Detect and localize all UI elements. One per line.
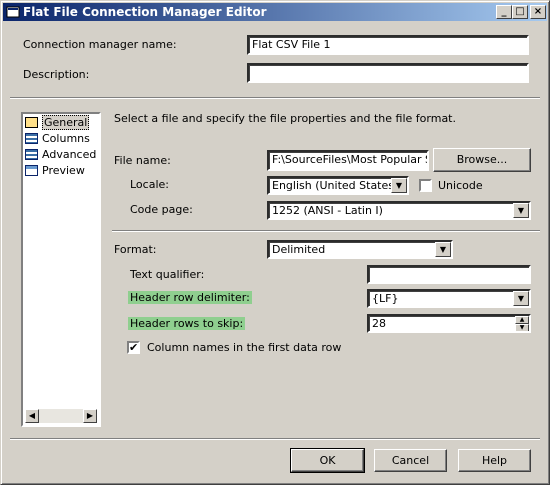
maximize-button[interactable]: □ bbox=[512, 5, 528, 19]
general-icon bbox=[25, 117, 38, 128]
window-title: Flat File Connection Manager Editor bbox=[23, 5, 267, 19]
locale-label: Locale: bbox=[130, 178, 169, 191]
format-value: Delimited bbox=[272, 243, 326, 256]
header-rows-skip-value: 28 bbox=[372, 317, 386, 330]
connection-name-label: Connection manager name: bbox=[23, 38, 177, 51]
spin-down-icon[interactable]: ▼ bbox=[515, 324, 529, 331]
intro-text: Select a file and specify the file prope… bbox=[114, 112, 456, 125]
page-list-scrollbar[interactable]: ◀ ▶ bbox=[25, 409, 97, 423]
unicode-label: Unicode bbox=[438, 179, 483, 192]
format-label: Format: bbox=[114, 243, 157, 256]
locale-value: English (United States) bbox=[272, 179, 399, 192]
chevron-down-icon[interactable]: ▼ bbox=[513, 203, 529, 218]
nav-item-preview[interactable]: Preview bbox=[25, 163, 99, 178]
header-row-delimiter-label: Header row delimiter: bbox=[128, 291, 252, 304]
nav-item-label: Advanced bbox=[42, 148, 97, 161]
scroll-right-icon[interactable]: ▶ bbox=[83, 409, 97, 423]
file-name-input[interactable]: F:\SourceFiles\Most Popular Site bbox=[267, 150, 429, 171]
text-qualifier-input[interactable] bbox=[367, 265, 531, 284]
nav-item-label: Columns bbox=[42, 132, 90, 145]
code-page-value: 1252 (ANSI - Latin I) bbox=[272, 204, 383, 217]
bottom-separator bbox=[10, 438, 540, 440]
ok-button[interactable]: OK bbox=[290, 448, 365, 473]
nav-item-label: General bbox=[42, 115, 90, 130]
nav-item-label: Preview bbox=[42, 164, 85, 177]
header-row-delimiter-select[interactable]: {LF} ▼ bbox=[367, 289, 531, 308]
title-bar[interactable]: Flat File Connection Manager Editor _ □ … bbox=[3, 3, 547, 21]
format-select[interactable]: Delimited ▼ bbox=[267, 240, 453, 259]
checkmark-icon: ✔ bbox=[129, 341, 139, 354]
help-button[interactable]: Help bbox=[458, 449, 531, 472]
chevron-down-icon[interactable]: ▼ bbox=[435, 242, 451, 257]
format-separator bbox=[112, 230, 540, 232]
unicode-checkbox[interactable] bbox=[419, 179, 432, 192]
scroll-left-icon[interactable]: ◀ bbox=[25, 409, 39, 423]
file-name-label: File name: bbox=[114, 154, 171, 167]
column-names-checkbox[interactable]: ✔ bbox=[127, 341, 140, 354]
nav-item-general[interactable]: General bbox=[25, 115, 99, 130]
minimize-button[interactable]: _ bbox=[496, 5, 512, 19]
nav-item-columns[interactable]: Columns bbox=[25, 131, 99, 146]
text-qualifier-label: Text qualifier: bbox=[130, 268, 205, 281]
app-icon bbox=[6, 6, 20, 18]
description-label: Description: bbox=[23, 68, 90, 81]
advanced-icon bbox=[25, 149, 38, 160]
chevron-down-icon[interactable]: ▼ bbox=[513, 291, 529, 306]
cancel-button[interactable]: Cancel bbox=[374, 449, 447, 472]
close-button[interactable]: × bbox=[530, 5, 546, 19]
column-names-label: Column names in the first data row bbox=[147, 341, 342, 354]
page-list: General Columns Advanced Preview ◀ ▶ bbox=[21, 112, 101, 427]
browse-button[interactable]: Browse... bbox=[433, 148, 531, 172]
code-page-label: Code page: bbox=[130, 203, 193, 216]
locale-select[interactable]: English (United States) ▼ bbox=[267, 176, 409, 195]
preview-icon bbox=[25, 165, 38, 176]
top-separator bbox=[10, 97, 540, 99]
nav-item-advanced[interactable]: Advanced bbox=[25, 147, 99, 162]
connection-name-input[interactable]: Flat CSV File 1 bbox=[247, 35, 529, 55]
description-input[interactable] bbox=[247, 63, 529, 83]
code-page-select[interactable]: 1252 (ANSI - Latin I) ▼ bbox=[267, 201, 531, 220]
chevron-down-icon[interactable]: ▼ bbox=[391, 178, 407, 193]
columns-icon bbox=[25, 133, 38, 144]
spin-up-icon[interactable]: ▲ bbox=[515, 316, 529, 324]
header-rows-skip-label: Header rows to skip: bbox=[128, 317, 246, 330]
header-rows-skip-stepper[interactable]: 28 ▲ ▼ bbox=[367, 314, 531, 333]
header-row-delimiter-value: {LF} bbox=[372, 292, 399, 305]
